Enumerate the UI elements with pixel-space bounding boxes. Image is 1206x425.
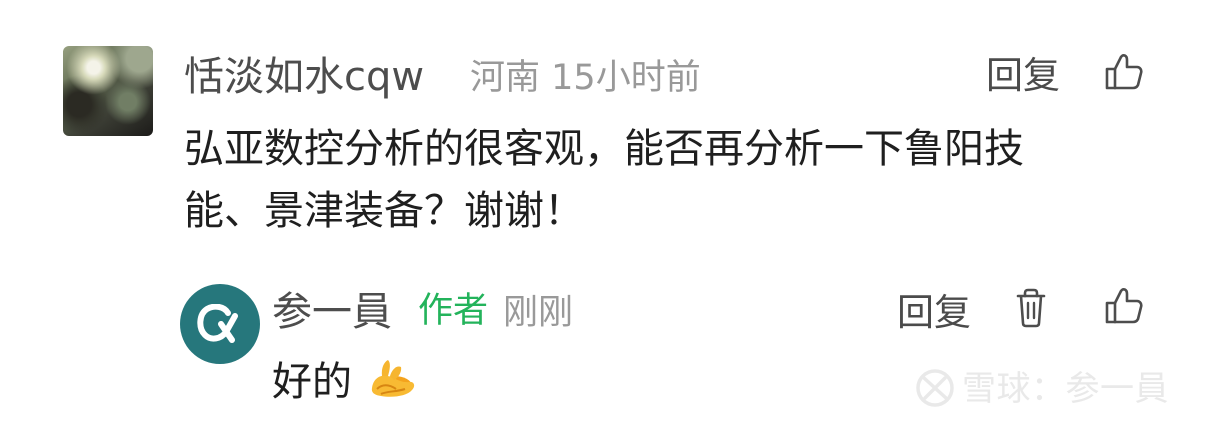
reply-button[interactable]: 回复 — [897, 291, 971, 335]
comment-time: 15小时前 — [551, 58, 701, 98]
thumbs-up-icon[interactable] — [1103, 52, 1143, 96]
author-badge: 作者 — [418, 291, 489, 331]
comment-text-line-2: 能、景津装备？谢谢！ — [184, 188, 584, 234]
reply-button[interactable]: 回复 — [986, 54, 1060, 98]
xueqiu-logo-icon — [916, 369, 954, 407]
commenter-avatar[interactable] — [63, 46, 153, 136]
watermark-text: 雪球：参一員 — [962, 369, 1169, 409]
author-avatar[interactable] — [180, 284, 260, 364]
comment-meta: 河南 15小时前 — [470, 56, 701, 100]
thumbs-up-icon[interactable] — [1103, 286, 1143, 330]
comment-thread: 恬淡如水cqw 河南 15小时前 回复 弘亚数控分析的很客观，能否再分析一下鲁阳… — [0, 0, 1206, 425]
comment-location: 河南 — [470, 58, 541, 98]
commenter-name[interactable]: 恬淡如水cqw — [184, 53, 424, 101]
reply-text: 好的 — [272, 359, 352, 405]
alpha-logo-icon — [197, 304, 238, 343]
comment-text-line-1: 弘亚数控分析的很客观，能否再分析一下鲁阳技 — [184, 126, 1024, 172]
ok-hand-emoji — [365, 358, 417, 404]
author-name[interactable]: 参一員 — [272, 288, 392, 336]
trash-icon[interactable] — [1014, 288, 1048, 332]
xueqiu-watermark: 雪球：参一員 — [914, 367, 1179, 411]
reply-time: 刚刚 — [503, 293, 574, 333]
